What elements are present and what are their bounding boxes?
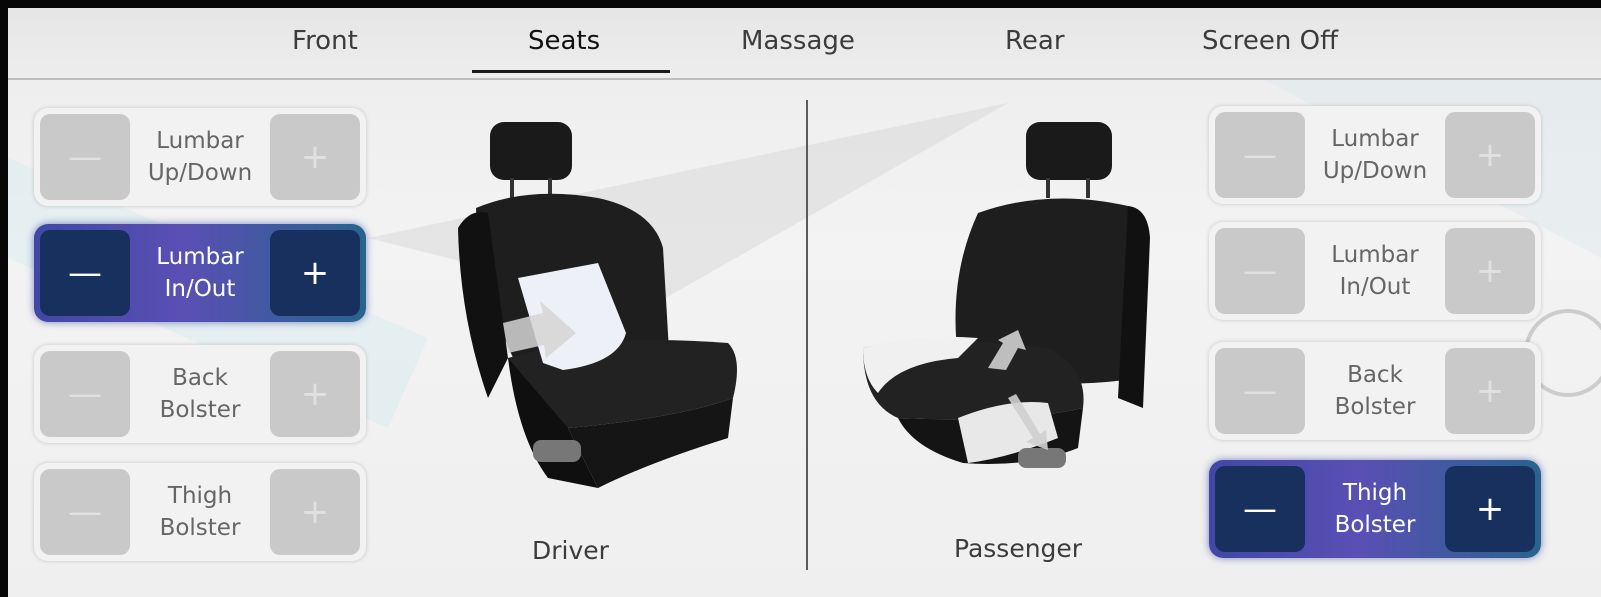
driver-lumbar-up-down-plus-button[interactable]: + [270,114,360,200]
passenger-thigh-bolster-control: — Thigh Bolster + [1209,460,1541,558]
passenger-back-bolster-minus-button[interactable]: — [1215,348,1305,434]
passenger-back-bolster-label: Back Bolster [1334,362,1416,420]
driver-thigh-bolster-label: Thigh Bolster [159,483,241,541]
driver-thigh-bolster-plus-button[interactable]: + [270,469,360,555]
passenger-lumbar-up-down-control: — Lumbar Up/Down + [1209,106,1541,204]
passenger-back-bolster-plus-button[interactable]: + [1445,348,1535,434]
driver-lumbar-in-out-label: Lumbar In/Out [156,244,244,302]
passenger-lumbar-up-down-label: Lumbar Up/Down [1322,126,1428,184]
passenger-lumbar-in-out-minus-button[interactable]: — [1215,228,1305,314]
driver-thigh-bolster-minus-button[interactable]: — [40,469,130,555]
tab-front[interactable]: Front [292,26,358,56]
passenger-seat-image [863,122,1150,468]
passenger-lumbar-in-out-control: — Lumbar In/Out + [1209,222,1541,320]
active-tab-indicator [472,70,670,73]
passenger-lumbar-up-down-minus-button[interactable]: — [1215,112,1305,198]
driver-lumbar-in-out-plus-button[interactable]: + [270,230,360,316]
tab-seats[interactable]: Seats [528,26,600,56]
driver-back-bolster-minus-button[interactable]: — [40,351,130,437]
driver-lumbar-in-out-control: — Lumbar In/Out + [34,224,366,322]
tab-bar: Front Seats Massage Rear Screen Off [8,8,1601,80]
passenger-thigh-bolster-label: Thigh Bolster [1334,480,1416,538]
passenger-back-bolster-control: — Back Bolster + [1209,342,1541,440]
driver-lumbar-up-down-minus-button[interactable]: — [40,114,130,200]
passenger-lumbar-up-down-plus-button[interactable]: + [1445,112,1535,198]
driver-back-bolster-control: — Back Bolster + [34,345,366,443]
driver-back-bolster-plus-button[interactable]: + [270,351,360,437]
passenger-thigh-bolster-minus-button[interactable]: — [1215,466,1305,552]
seat-settings-screen: Front Seats Massage Rear Screen Off — Lu… [8,8,1601,597]
passenger-seat-title: Passenger [954,534,1083,563]
driver-seat-image [458,122,737,488]
driver-back-bolster-label: Back Bolster [159,365,241,423]
passenger-thigh-bolster-plus-button[interactable]: + [1445,466,1535,552]
driver-lumbar-up-down-control: — Lumbar Up/Down + [34,108,366,206]
seat-divider [806,100,808,570]
tab-massage[interactable]: Massage [741,26,855,56]
driver-lumbar-in-out-minus-button[interactable]: — [40,230,130,316]
passenger-lumbar-in-out-plus-button[interactable]: + [1445,228,1535,314]
passenger-lumbar-in-out-label: Lumbar In/Out [1331,242,1419,300]
driver-thigh-bolster-control: — Thigh Bolster + [34,463,366,561]
driver-seat-title: Driver [532,536,609,565]
driver-lumbar-up-down-label: Lumbar Up/Down [147,128,253,186]
tab-rear[interactable]: Rear [1005,26,1065,56]
tab-screen-off[interactable]: Screen Off [1202,26,1338,56]
